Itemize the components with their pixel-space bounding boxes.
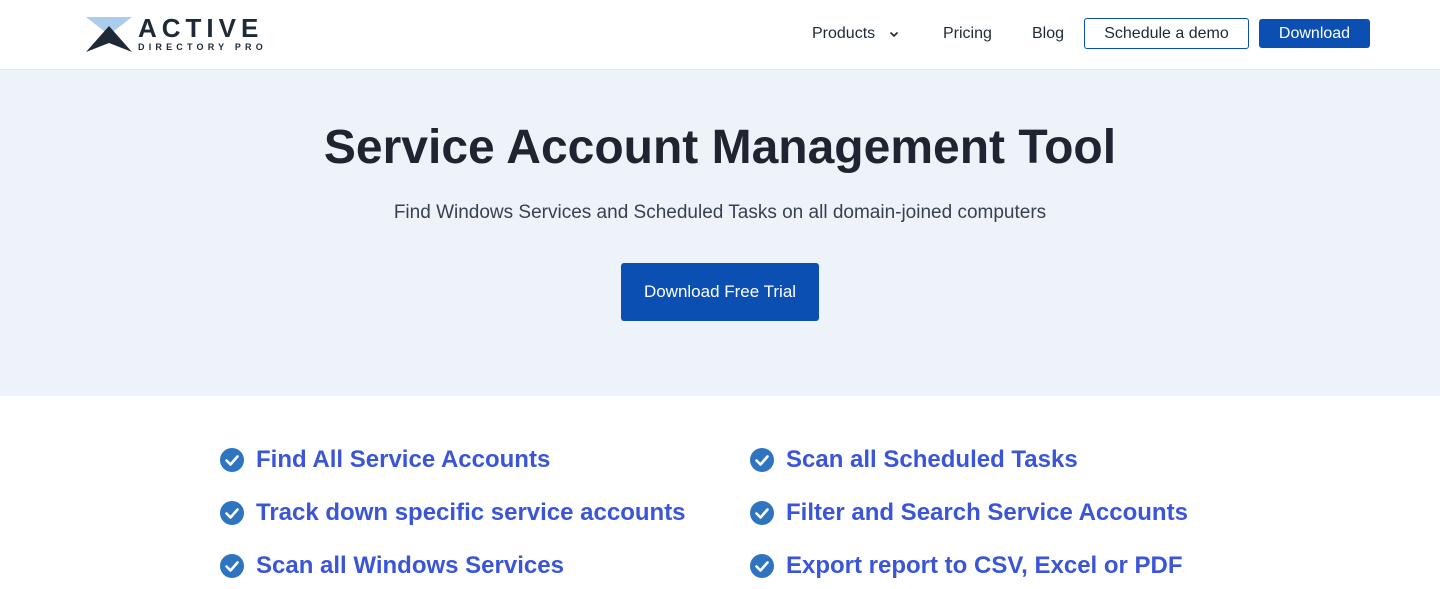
check-circle-icon (220, 501, 244, 525)
page-title: Service Account Management Tool (323, 121, 1117, 174)
check-circle-icon (750, 448, 774, 472)
check-circle-icon (750, 501, 774, 525)
feature-label: Scan all Scheduled Tasks (786, 446, 1078, 473)
check-circle-icon (220, 448, 244, 472)
site-header: ACTIVE DIRECTORY PRO Products Pricing Bl… (0, 0, 1440, 70)
feature-item: Export report to CSV, Excel or PDF (750, 551, 1183, 581)
nav-blog-wrap: Blog (1032, 0, 1064, 68)
feature-label: Track down specific service accounts (256, 499, 686, 526)
check-circle-icon (750, 554, 774, 578)
feature-item: Filter and Search Service Accounts (750, 498, 1188, 528)
features-section: Find All Service Accounts Track down spe… (0, 396, 1440, 589)
feature-label: Filter and Search Service Accounts (786, 499, 1188, 526)
download-free-trial-button[interactable]: Download Free Trial (621, 263, 819, 321)
chevron-down-icon (890, 31, 899, 38)
logo-wordmark: ACTIVE DIRECTORY PRO (138, 15, 267, 53)
schedule-demo-button[interactable]: Schedule a demo (1084, 18, 1249, 49)
feature-label: Export report to CSV, Excel or PDF (786, 552, 1183, 579)
feature-label: Scan all Windows Services (256, 552, 564, 579)
nav-item-blog[interactable]: Blog (1032, 25, 1064, 43)
feature-item: Scan all Scheduled Tasks (750, 445, 1078, 475)
feature-item: Track down specific service accounts (220, 498, 686, 528)
active-directory-pro-logo-icon (86, 17, 132, 52)
nav-item-pricing[interactable]: Pricing (943, 25, 992, 43)
nav-item-products[interactable]: Products (812, 25, 899, 43)
feature-item: Scan all Windows Services (220, 551, 564, 581)
hero-section: Service Account Management Tool Find Win… (0, 70, 1440, 396)
download-button[interactable]: Download (1259, 19, 1370, 48)
feature-item: Find All Service Accounts (220, 445, 550, 475)
logo-title: ACTIVE (138, 13, 264, 43)
feature-label: Find All Service Accounts (256, 446, 551, 473)
site-logo[interactable]: ACTIVE DIRECTORY PRO (86, 14, 267, 54)
main-nav: Products (812, 0, 899, 68)
check-circle-icon (220, 554, 244, 578)
logo-subtitle: DIRECTORY PRO (138, 42, 267, 52)
nav-item-products-label: Products (812, 25, 876, 42)
nav-pricing-wrap: Pricing (943, 0, 992, 68)
hero-subtitle: Find Windows Services and Scheduled Task… (393, 202, 1047, 223)
